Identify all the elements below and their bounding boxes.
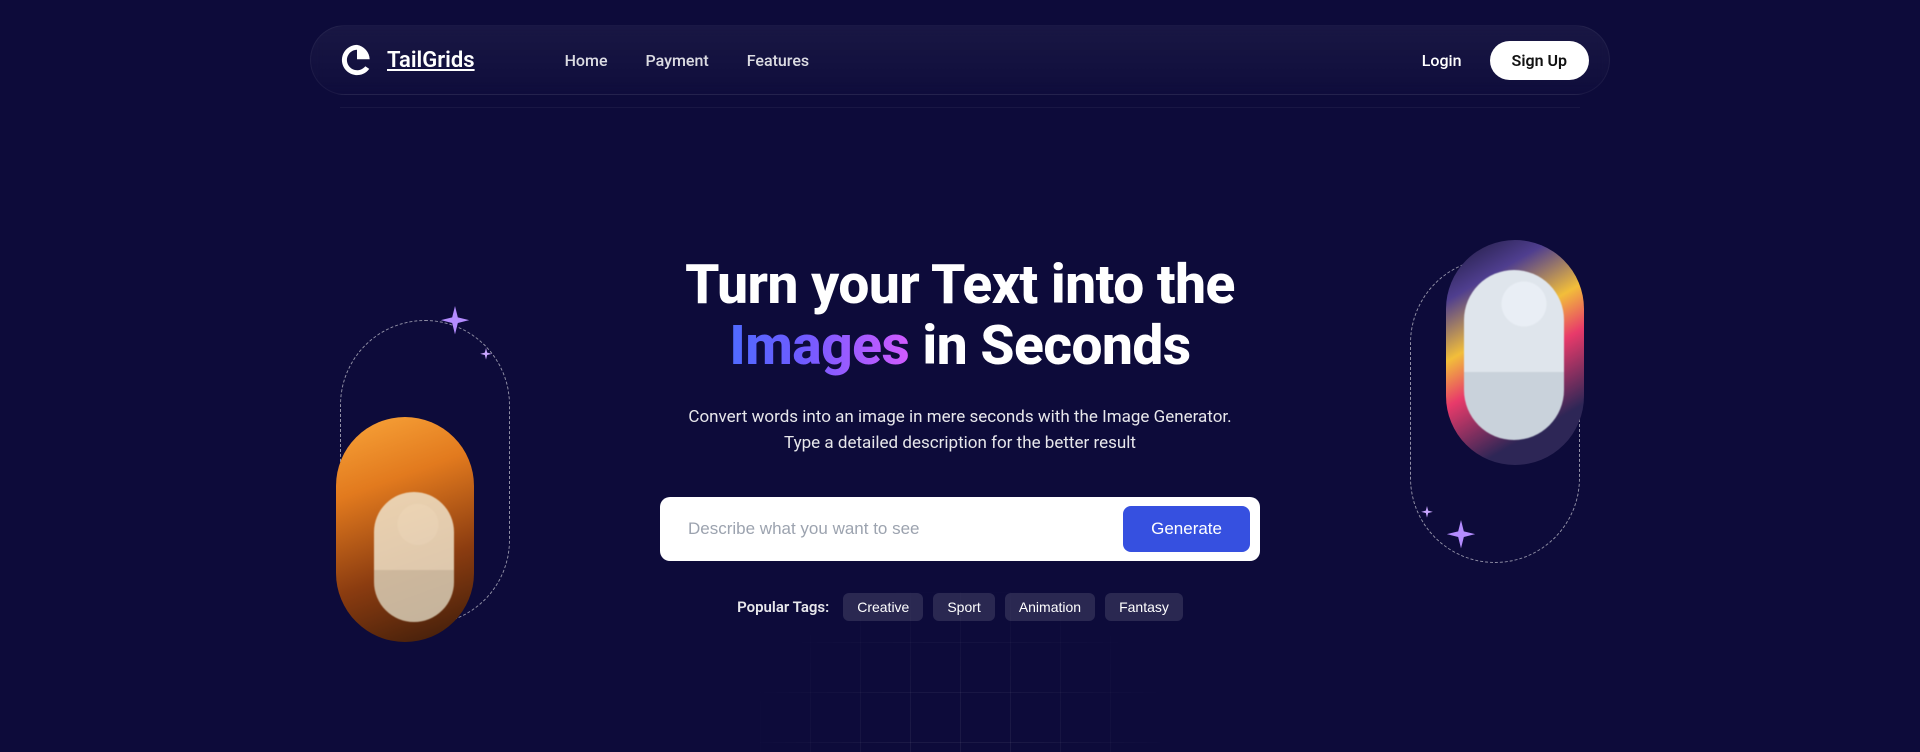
auth-group: Login Sign Up bbox=[1422, 41, 1589, 80]
hero-title: Turn your Text into the Images in Second… bbox=[590, 255, 1330, 376]
tag-fantasy[interactable]: Fantasy bbox=[1105, 593, 1183, 621]
nav-item-features[interactable]: Features bbox=[747, 51, 809, 70]
nav-item-home[interactable]: Home bbox=[565, 51, 608, 70]
logo-icon bbox=[339, 42, 375, 78]
tags-row: Popular Tags: Creative Sport Animation F… bbox=[590, 593, 1330, 621]
sparkle-icon bbox=[438, 306, 472, 340]
sparkle-icon bbox=[479, 348, 493, 362]
navbar-divider bbox=[340, 107, 1580, 108]
decor-image-vr bbox=[1446, 240, 1584, 465]
prompt-bar: Generate bbox=[660, 497, 1260, 561]
login-link[interactable]: Login bbox=[1422, 51, 1462, 70]
hero-title-gradient: Images bbox=[729, 314, 909, 378]
tags-label: Popular Tags: bbox=[737, 598, 829, 616]
nav-links: Home Payment Features bbox=[565, 51, 810, 70]
decor-capsule-right bbox=[1410, 258, 1580, 563]
generate-button[interactable]: Generate bbox=[1123, 506, 1250, 552]
prompt-input[interactable] bbox=[688, 519, 1123, 539]
sparkle-icon bbox=[1444, 520, 1478, 554]
tag-sport[interactable]: Sport bbox=[933, 593, 994, 621]
brand-logo[interactable]: TailGrids bbox=[339, 42, 475, 78]
tag-creative[interactable]: Creative bbox=[843, 593, 923, 621]
sparkle-icon bbox=[1420, 506, 1434, 520]
vr-figure bbox=[1464, 270, 1564, 440]
navbar: TailGrids Home Payment Features Login Si… bbox=[310, 25, 1610, 95]
hero-title-line1: Turn your Text into the bbox=[685, 253, 1235, 317]
hero-title-rest: in Seconds bbox=[909, 314, 1190, 378]
decor-image-astronaut bbox=[336, 417, 474, 642]
nav-item-payment[interactable]: Payment bbox=[646, 51, 709, 70]
decor-capsule-left bbox=[340, 320, 510, 625]
astronaut-figure bbox=[374, 492, 454, 622]
hero-subtitle: Convert words into an image in mere seco… bbox=[680, 404, 1240, 457]
brand-name: TailGrids bbox=[387, 48, 475, 73]
hero: Turn your Text into the Images in Second… bbox=[590, 255, 1330, 621]
signup-button[interactable]: Sign Up bbox=[1490, 41, 1589, 80]
tag-animation[interactable]: Animation bbox=[1005, 593, 1095, 621]
